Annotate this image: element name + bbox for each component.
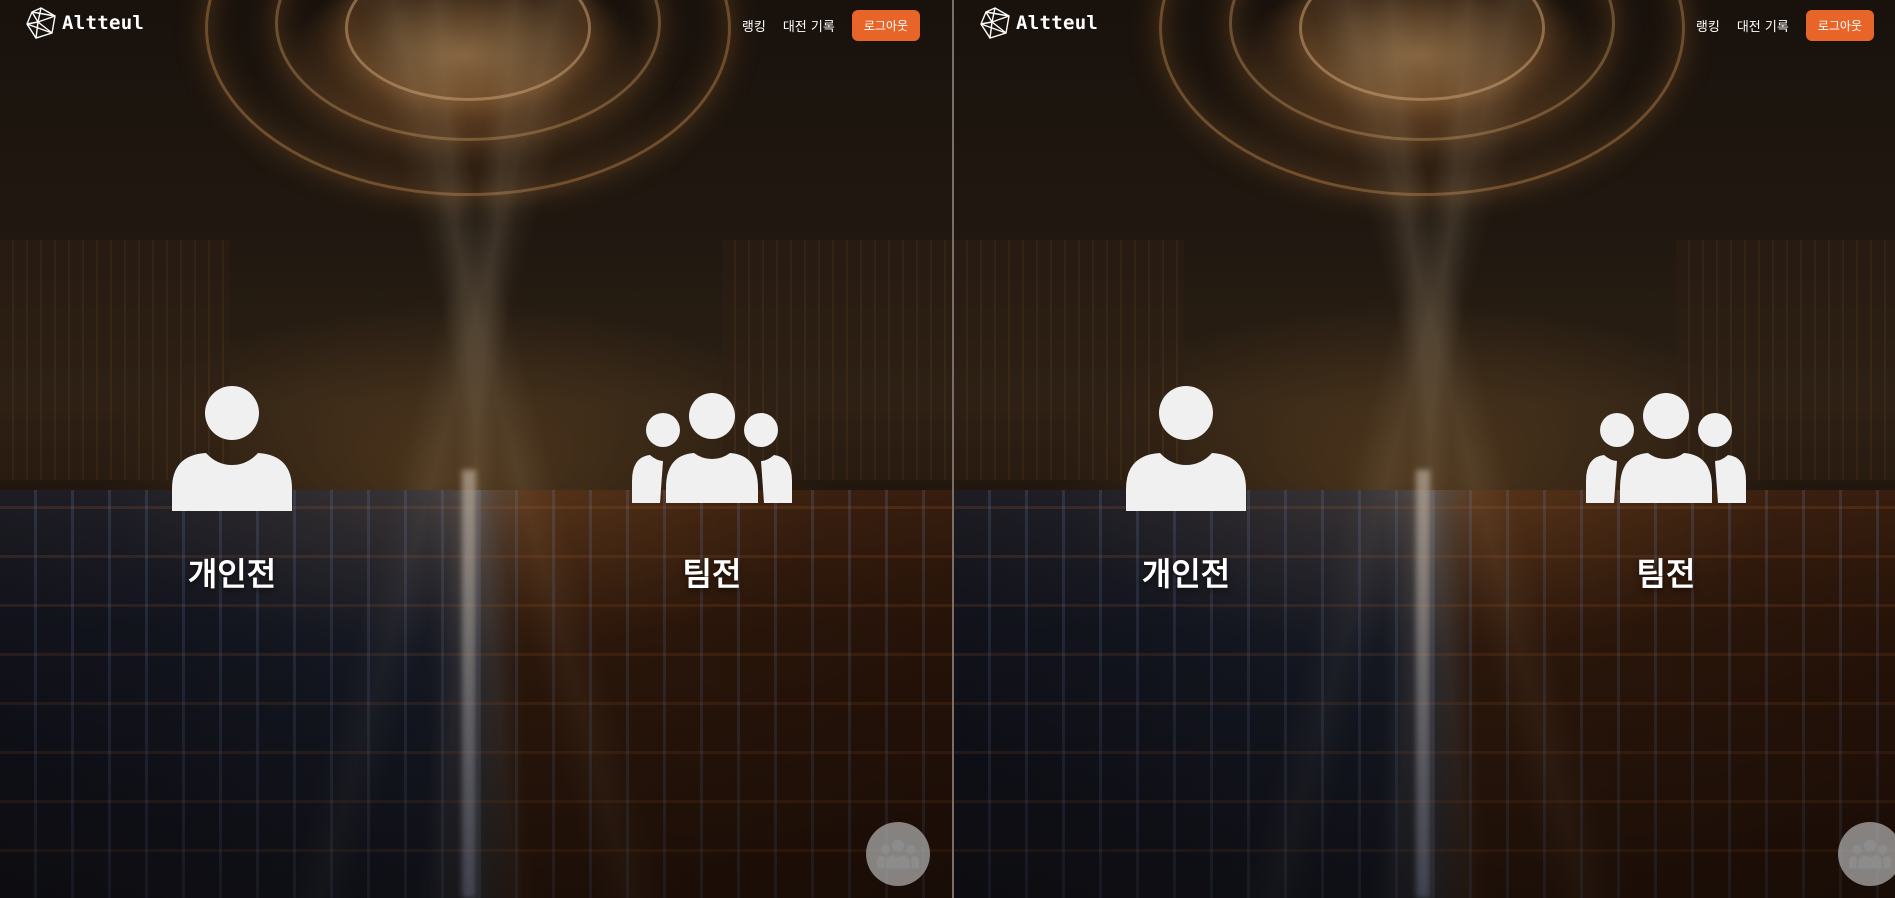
group-icon <box>1849 839 1891 869</box>
team-mode-label: 팀전 <box>1636 555 1696 593</box>
polyhedron-logo-icon <box>980 7 1010 39</box>
logout-button[interactable]: 로그아웃 <box>851 10 920 41</box>
brand-name: Altteul <box>1016 12 1099 34</box>
group-icon <box>877 839 919 869</box>
nav-history-link[interactable]: 대전 기록 <box>1737 16 1789 35</box>
nav-links: 랭킹 대전 기록 로그아웃 <box>742 10 920 41</box>
nav-ranking-link[interactable]: 랭킹 <box>742 16 766 35</box>
polyhedron-logo-icon <box>26 7 56 39</box>
pane-right: Altteul 랭킹 대전 기록 로그아웃 개인전 팀전 <box>954 0 1895 898</box>
individual-mode-label: 개인전 <box>1141 555 1231 593</box>
top-nav: Altteul 랭킹 대전 기록 로그아웃 <box>954 0 1895 46</box>
brand-logo[interactable]: Altteul <box>978 6 1098 40</box>
individual-mode-label: 개인전 <box>187 555 277 593</box>
floating-group-button[interactable] <box>866 822 930 886</box>
person-icon <box>172 386 292 511</box>
logout-button[interactable]: 로그아웃 <box>1805 10 1874 41</box>
nav-links: 랭킹 대전 기록 로그아웃 <box>1696 10 1874 41</box>
nav-ranking-link[interactable]: 랭킹 <box>1696 16 1720 35</box>
split-screen: Altteul 랭킹 대전 기록 로그아웃 개인전 팀전 Altteul 랭킹 … <box>0 0 1895 898</box>
group-icon <box>632 393 792 503</box>
individual-mode-button[interactable]: 개인전 <box>1091 385 1281 595</box>
team-mode-button[interactable]: 팀전 <box>617 385 807 595</box>
team-mode-button[interactable]: 팀전 <box>1571 385 1761 595</box>
brand-logo[interactable]: Altteul <box>24 6 144 40</box>
floating-group-button[interactable] <box>1838 822 1895 886</box>
person-icon <box>1126 386 1246 511</box>
group-icon <box>1586 393 1746 503</box>
nav-history-link[interactable]: 대전 기록 <box>783 16 835 35</box>
pane-left: Altteul 랭킹 대전 기록 로그아웃 개인전 팀전 <box>0 0 952 898</box>
top-nav: Altteul 랭킹 대전 기록 로그아웃 <box>0 0 952 46</box>
individual-mode-button[interactable]: 개인전 <box>137 385 327 595</box>
team-mode-label: 팀전 <box>682 555 742 593</box>
brand-name: Altteul <box>62 12 145 34</box>
